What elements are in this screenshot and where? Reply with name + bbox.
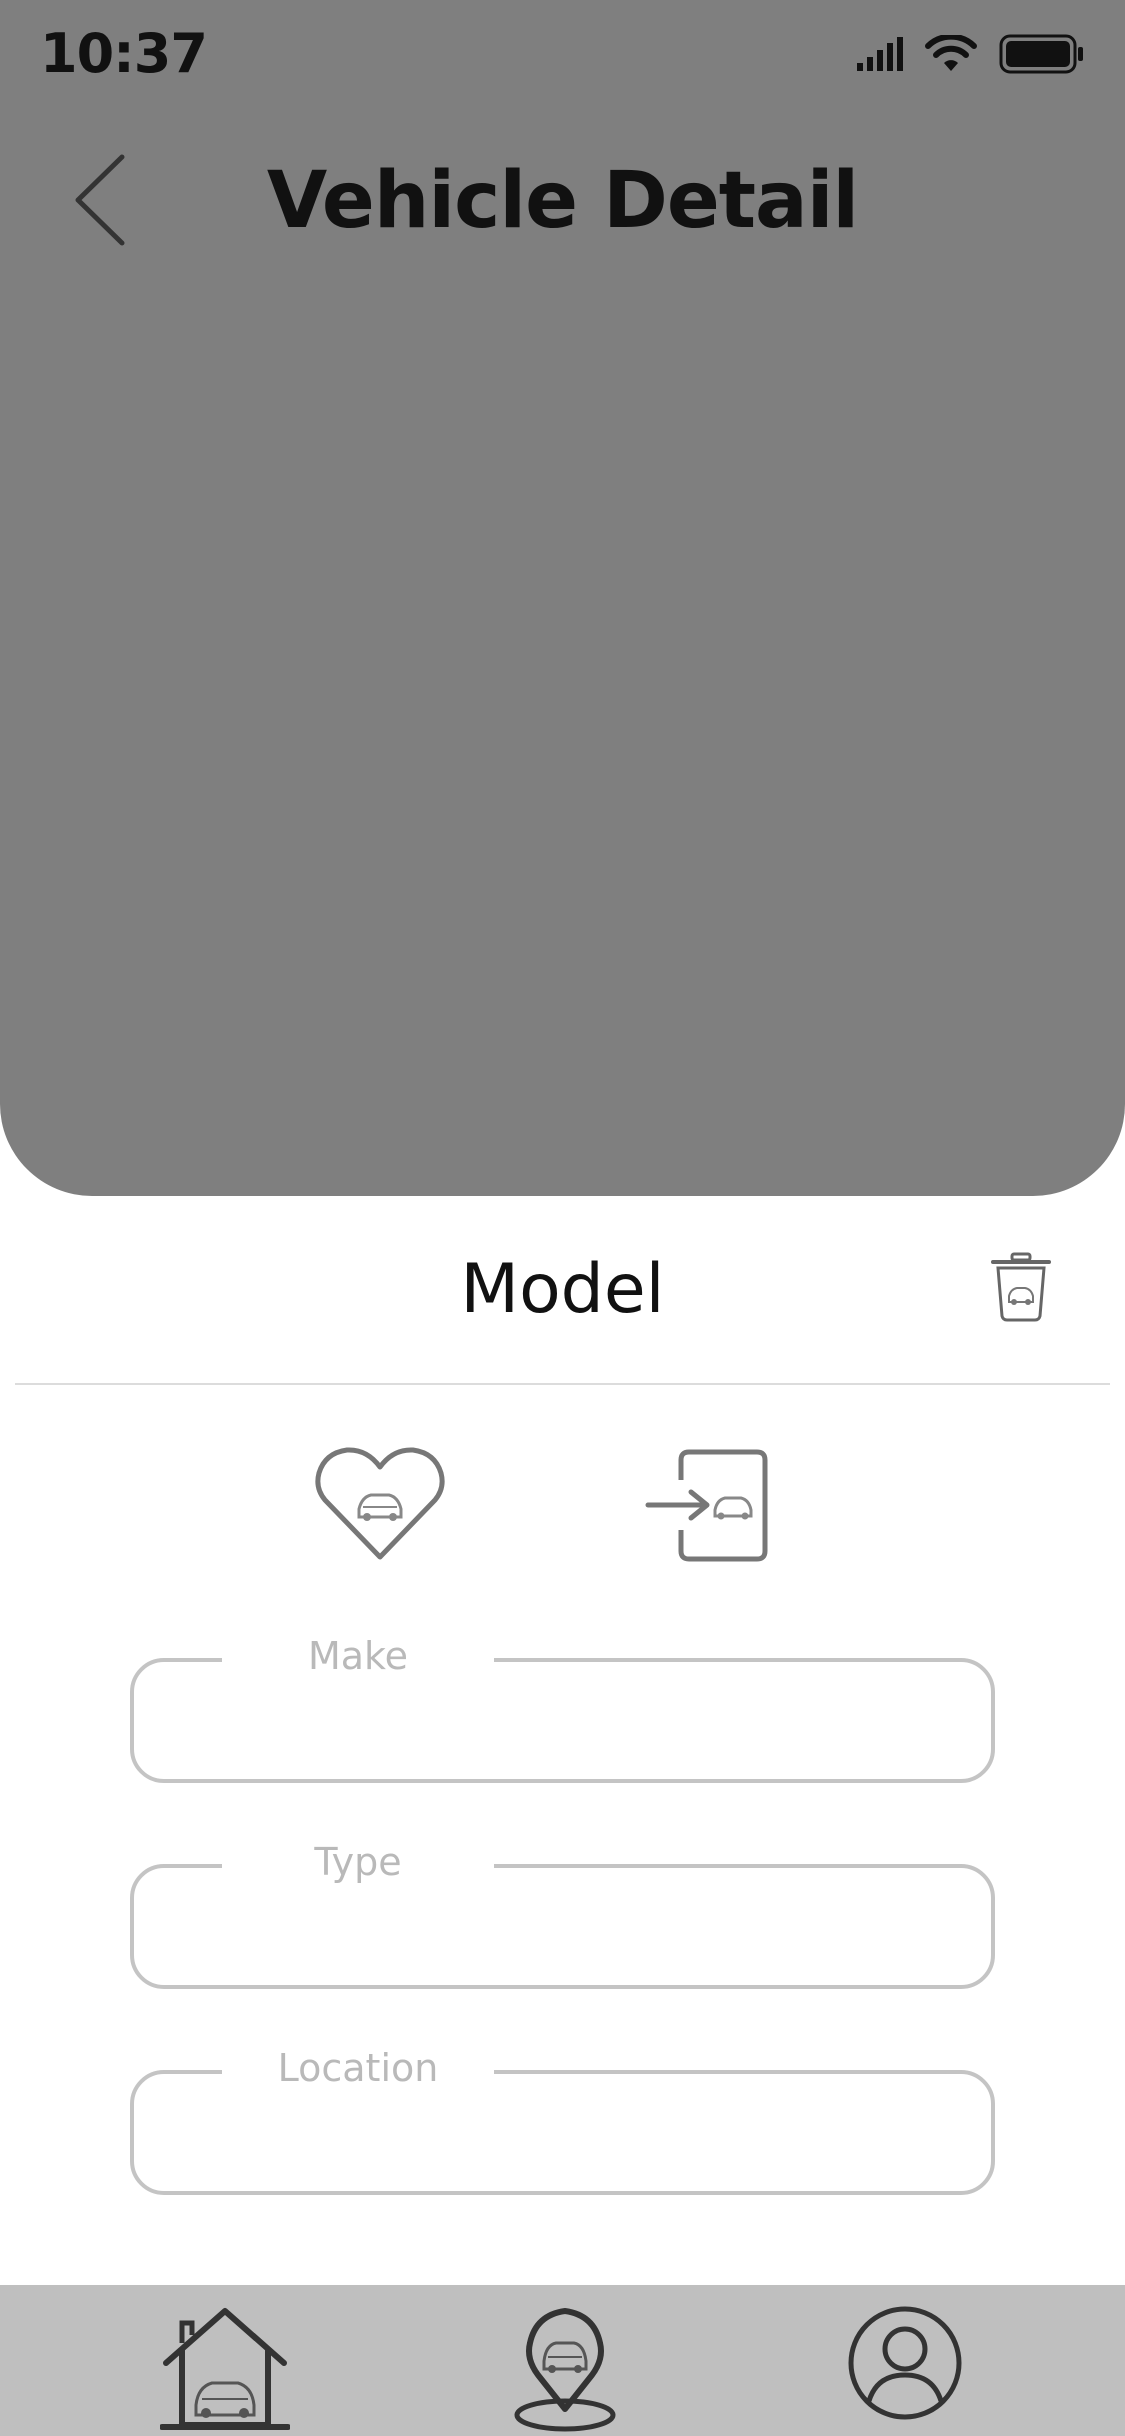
signal-icon <box>857 37 903 71</box>
wifi-icon <box>925 35 977 71</box>
tab-profile[interactable] <box>825 2285 985 2436</box>
delete-vehicle-button[interactable] <box>990 1252 1052 1322</box>
status-icons <box>857 32 1085 76</box>
enter-car-icon <box>645 1449 768 1562</box>
heart-car-icon <box>315 1447 445 1560</box>
location-field-label: Location <box>222 2040 494 2096</box>
trash-car-icon <box>991 1252 1051 1322</box>
make-input[interactable] <box>170 1696 954 1758</box>
make-field-label: Make <box>222 1628 494 1684</box>
divider <box>15 1383 1110 1385</box>
favorite-button[interactable] <box>315 1445 445 1565</box>
tab-map[interactable] <box>485 2285 645 2436</box>
profile-icon <box>848 2306 962 2420</box>
map-pin-car-icon <box>514 2308 616 2432</box>
type-field-label: Type <box>222 1834 494 1890</box>
battery-icon <box>999 34 1083 74</box>
garage-car-icon <box>160 2308 290 2430</box>
location-field[interactable]: Location <box>130 2040 995 2195</box>
check-in-button[interactable] <box>645 1448 770 1563</box>
tab-bar <box>0 2285 1125 2436</box>
model-title: Model <box>460 1250 665 1329</box>
location-input[interactable] <box>170 2108 954 2170</box>
type-field[interactable]: Type <box>130 1834 995 1989</box>
status-time: 10:37 <box>40 22 208 85</box>
make-field[interactable]: Make <box>130 1628 995 1783</box>
tab-garage[interactable] <box>145 2285 305 2436</box>
type-input[interactable] <box>170 1902 954 1964</box>
page-title: Vehicle Detail <box>266 156 859 246</box>
